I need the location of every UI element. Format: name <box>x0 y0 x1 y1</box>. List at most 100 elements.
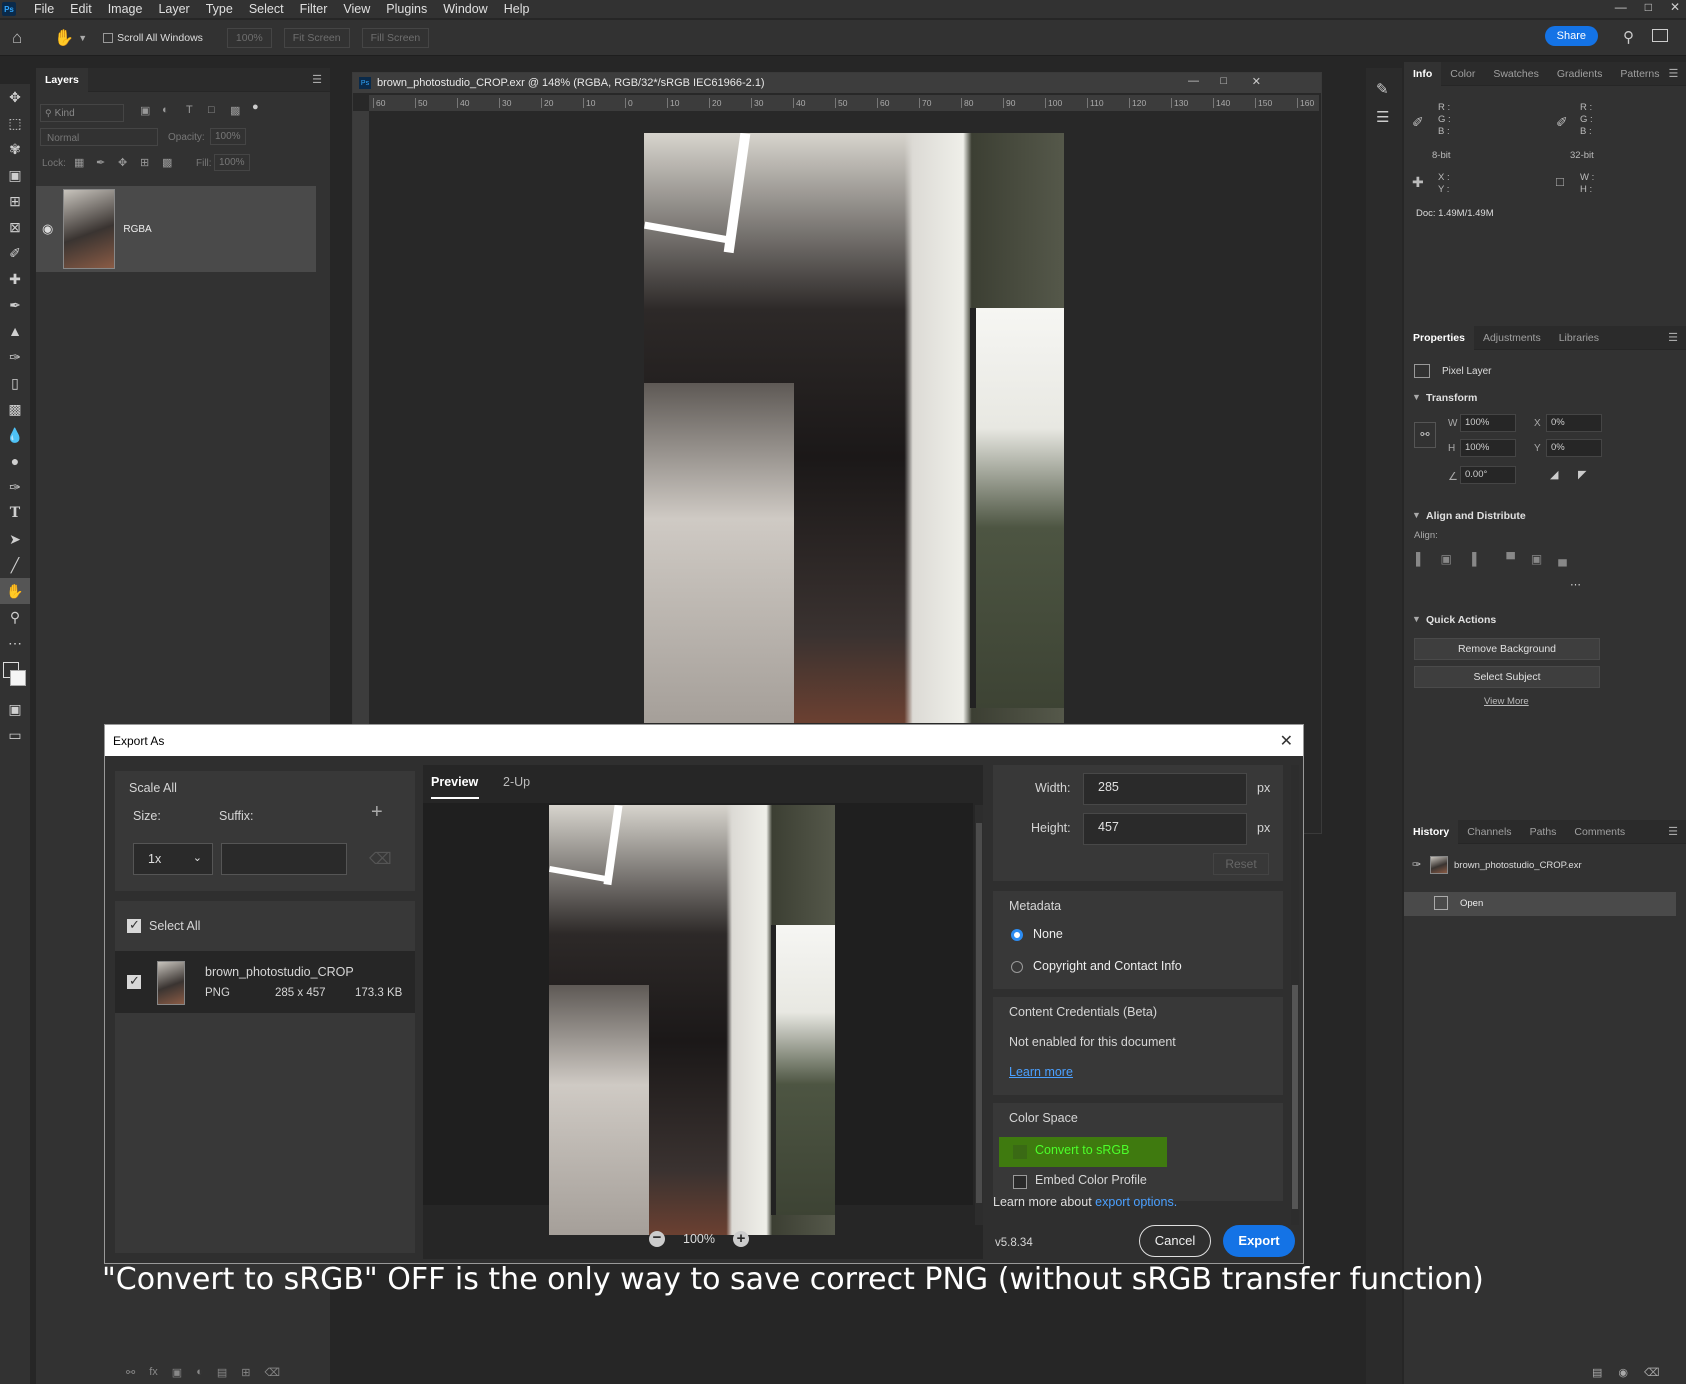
panel-menu-icon[interactable]: ☰ <box>1669 67 1679 80</box>
tab-swatches[interactable]: Swatches <box>1484 62 1548 86</box>
filter-toggle-icon[interactable]: ● <box>252 101 259 113</box>
tab-properties[interactable]: Properties <box>1404 325 1474 350</box>
move-tool-icon[interactable]: ✥ <box>0 84 30 110</box>
tab-libraries[interactable]: Libraries <box>1550 326 1608 350</box>
crop-tool-icon[interactable]: ⊞ <box>0 188 30 214</box>
size-select[interactable]: 1x ⌄ <box>133 843 213 875</box>
delete-layer-icon[interactable]: ⌫ <box>264 1366 280 1379</box>
new-document-from-state-icon[interactable]: ▤ <box>1592 1366 1602 1379</box>
fill-field[interactable]: 100% <box>214 154 250 171</box>
home-icon[interactable]: ⌂ <box>12 28 22 48</box>
tab-channels[interactable]: Channels <box>1458 820 1520 844</box>
panel-menu-icon[interactable]: ☰ <box>312 73 322 86</box>
view-more-link[interactable]: View More <box>1484 696 1529 707</box>
tab-layers[interactable]: Layers <box>36 67 88 92</box>
menu-type[interactable]: Type <box>198 2 241 16</box>
metadata-copyright-radio[interactable] <box>1011 961 1023 973</box>
fit-screen-button[interactable]: Fit Screen <box>283 27 350 48</box>
blur-tool-icon[interactable]: 💧 <box>0 422 30 448</box>
snapshot-camera-icon[interactable]: ◉ <box>1618 1366 1628 1379</box>
align-middle-v-icon[interactable]: ▣ <box>1531 552 1542 566</box>
history-step-row[interactable]: Open <box>1404 892 1676 916</box>
pen-tool-icon[interactable]: ✑ <box>0 474 30 500</box>
screen-mode-icon[interactable]: ▭ <box>0 722 30 748</box>
fx-icon[interactable]: fx <box>149 1366 158 1379</box>
maximize-icon[interactable]: □ <box>1645 0 1652 14</box>
zoom-out-icon[interactable]: − <box>649 1230 665 1247</box>
cancel-button[interactable]: Cancel <box>1139 1225 1211 1257</box>
quick-actions-title[interactable]: Quick Actions <box>1426 614 1496 626</box>
right-scrollbar[interactable] <box>1291 765 1299 1225</box>
preview-scrollbar[interactable] <box>975 805 983 1225</box>
brush-tool-icon[interactable]: ✒ <box>0 292 30 318</box>
delete-state-icon[interactable]: ⌫ <box>1644 1366 1660 1379</box>
dodge-tool-icon[interactable]: ● <box>0 448 30 474</box>
menu-layer[interactable]: Layer <box>150 2 197 16</box>
hand-tool-icon[interactable]: ✋ <box>0 578 30 604</box>
stamp-tool-icon[interactable]: ▲ <box>0 318 30 344</box>
height-field[interactable]: 100% <box>1460 439 1516 457</box>
filter-adjustment-icon[interactable]: ◐ <box>162 104 169 116</box>
align-distribute-title[interactable]: Align and Distribute <box>1426 510 1526 522</box>
history-snapshot-row[interactable]: ✑ brown_photostudio_CROP.exr <box>1404 852 1676 880</box>
export-width-input[interactable]: 285 <box>1083 773 1247 805</box>
flip-vertical-icon[interactable]: ◤ <box>1578 468 1586 481</box>
y-field[interactable]: 0% <box>1546 439 1602 457</box>
menu-window[interactable]: Window <box>435 2 495 16</box>
menu-file[interactable]: File <box>26 2 62 16</box>
kind-filter[interactable]: ⚲ Kind <box>40 104 124 122</box>
filter-type-icon[interactable]: T <box>186 104 193 116</box>
convert-srgb-checkbox[interactable] <box>1013 1145 1027 1159</box>
width-field[interactable]: 100% <box>1460 414 1516 432</box>
align-left-icon[interactable]: ▌ <box>1416 552 1425 566</box>
frame-tool-icon[interactable]: ⊠ <box>0 214 30 240</box>
menu-view[interactable]: View <box>335 2 378 16</box>
background-color-swatch[interactable] <box>10 670 26 686</box>
tab-preview[interactable]: Preview <box>431 775 478 789</box>
link-layers-icon[interactable]: ⚯ <box>126 1366 135 1379</box>
embed-profile-checkbox[interactable] <box>1013 1175 1027 1189</box>
tab-patterns[interactable]: Patterns <box>1611 62 1668 86</box>
preview-scroll-thumb[interactable] <box>976 823 982 1203</box>
align-right-icon[interactable]: ▐ <box>1468 552 1477 566</box>
transform-title[interactable]: Transform <box>1426 392 1477 404</box>
flip-horizontal-icon[interactable]: ◢ <box>1550 468 1558 481</box>
suffix-input[interactable] <box>221 843 347 875</box>
menu-help[interactable]: Help <box>496 2 538 16</box>
tab-comments[interactable]: Comments <box>1565 820 1634 844</box>
eyedropper-tool-icon[interactable]: ✐ <box>0 240 30 266</box>
adjustment-layer-icon[interactable]: ◐ <box>196 1366 203 1379</box>
eraser-tool-icon[interactable]: ▯ <box>0 370 30 396</box>
metadata-none-radio[interactable] <box>1011 929 1023 941</box>
more-tools-icon[interactable]: ⋯ <box>0 630 30 656</box>
menu-select[interactable]: Select <box>241 2 292 16</box>
scroll-all-checkbox[interactable] <box>103 32 114 43</box>
brush-settings-icon[interactable]: ✎ <box>1376 80 1389 98</box>
fill-screen-button[interactable]: Fill Screen <box>361 27 430 48</box>
menu-edit[interactable]: Edit <box>62 2 100 16</box>
lock-pixels-icon[interactable]: ✒ <box>96 156 105 169</box>
adjustments-icon[interactable]: ☰ <box>1376 108 1389 126</box>
color-swatches[interactable] <box>0 656 30 696</box>
tab-2-up[interactable]: 2-Up <box>503 775 530 789</box>
tab-gradients[interactable]: Gradients <box>1548 62 1612 86</box>
search-icon[interactable]: ⚲ <box>1623 28 1634 46</box>
workspace-icon[interactable] <box>1652 29 1668 42</box>
tab-info[interactable]: Info <box>1404 61 1442 86</box>
new-group-icon[interactable]: ▤ <box>217 1366 227 1379</box>
healing-brush-tool-icon[interactable]: ✚ <box>0 266 30 292</box>
blend-mode-select[interactable]: Normal <box>40 128 158 146</box>
align-bottom-icon[interactable]: ▄ <box>1558 552 1567 566</box>
more-options-icon[interactable]: ⋯ <box>1570 578 1581 591</box>
zoom-100-button[interactable]: 100% <box>226 27 272 48</box>
filter-shape-icon[interactable]: □ <box>208 104 215 116</box>
tab-paths[interactable]: Paths <box>1521 820 1566 844</box>
share-button[interactable]: Share <box>1544 26 1598 46</box>
right-scroll-thumb[interactable] <box>1292 985 1298 1209</box>
export-options-link[interactable]: export options. <box>1095 1195 1177 1209</box>
doc-close-icon[interactable]: ✕ <box>1252 75 1261 88</box>
new-layer-icon[interactable]: ⊞ <box>241 1366 250 1379</box>
link-icon[interactable]: ⚯ <box>1414 422 1436 448</box>
remove-background-button[interactable]: Remove Background <box>1414 638 1600 660</box>
lock-all-icon[interactable]: ▩ <box>162 156 172 169</box>
